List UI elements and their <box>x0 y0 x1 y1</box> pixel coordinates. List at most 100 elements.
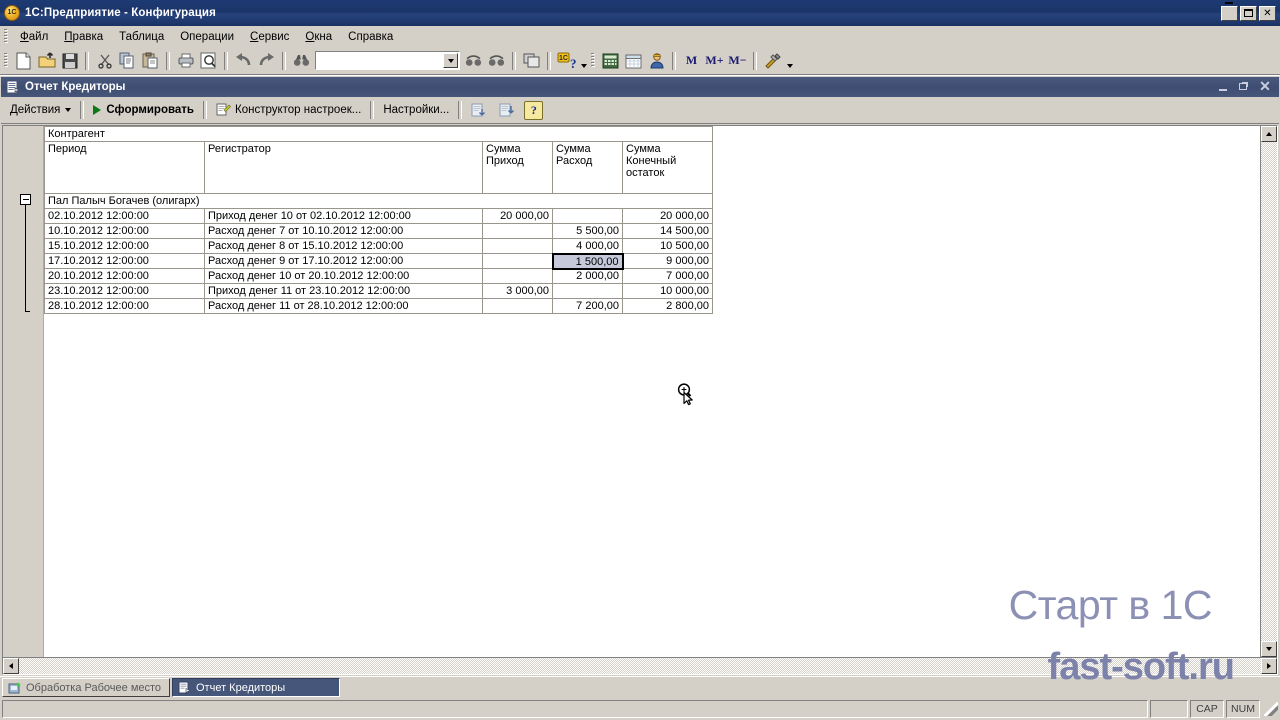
cell-balance[interactable]: 9 000,00 <box>622 253 713 269</box>
scroll-up-button[interactable] <box>1261 126 1277 142</box>
cell-registrar[interactable]: Расход денег 10 от 20.10.2012 12:00:00 <box>204 268 483 284</box>
redo-icon[interactable] <box>255 50 278 72</box>
menu-table[interactable]: Таблица <box>111 29 172 45</box>
calendar-icon[interactable] <box>622 50 645 72</box>
cell-period[interactable]: 17.10.2012 12:00:00 <box>44 253 205 269</box>
report-minimize-button[interactable] <box>1217 81 1229 93</box>
report-restore-button[interactable] <box>1238 81 1250 93</box>
cell-expense[interactable]: 4 000,00 <box>552 238 623 254</box>
user-admin-icon[interactable] <box>645 50 668 72</box>
cell-income[interactable] <box>482 238 553 254</box>
horizontal-scroll-track[interactable] <box>19 658 1261 674</box>
cell-registrar[interactable]: Приход денег 10 от 02.10.2012 12:00:00 <box>204 208 483 224</box>
settings-constructor-button[interactable]: Конструктор настроек... <box>210 100 367 121</box>
find-prev-icon[interactable] <box>485 50 508 72</box>
cell-period[interactable]: 15.10.2012 12:00:00 <box>44 238 205 254</box>
table-row[interactable]: 20.10.2012 12:00:00 Расход денег 10 от 20… <box>44 268 713 284</box>
search-input[interactable] <box>316 52 459 69</box>
open-folder-icon[interactable] <box>35 50 58 72</box>
tools-hammer-wrench-icon[interactable] <box>761 50 784 72</box>
menu-help[interactable]: Справка <box>340 29 401 45</box>
group-collapse-toggle[interactable] <box>20 194 31 205</box>
cell-balance[interactable]: 7 000,00 <box>622 268 713 284</box>
restore-settings-icon[interactable] <box>493 100 521 121</box>
find-next-icon[interactable] <box>462 50 485 72</box>
vertical-scroll-track[interactable] <box>1261 142 1277 641</box>
cut-scissors-icon[interactable] <box>93 50 116 72</box>
report-vertical-scrollbar[interactable] <box>1260 126 1277 657</box>
calculator-icon[interactable] <box>599 50 622 72</box>
cell-registrar[interactable]: Расход денег 7 от 10.10.2012 12:00:00 <box>204 223 483 239</box>
menu-windows[interactable]: Окна <box>297 29 340 45</box>
cell-registrar[interactable]: Приход денег 11 от 23.10.2012 12:00:00 <box>204 283 483 299</box>
cell-income[interactable]: 3 000,00 <box>482 283 553 299</box>
search-dropdown-arrow-icon[interactable] <box>443 53 458 68</box>
table-row[interactable]: 23.10.2012 12:00:00 Приход денег 11 от 23… <box>44 283 713 299</box>
search-input-combo[interactable] <box>315 51 460 70</box>
cell-income[interactable] <box>482 253 553 269</box>
memory-add-button[interactable]: M+ <box>703 50 726 72</box>
cell-expense[interactable]: 2 000,00 <box>552 268 623 284</box>
table-row[interactable]: 02.10.2012 12:00:00 Приход денег 10 от 02… <box>44 208 713 224</box>
menu-service[interactable]: Сервис <box>242 29 297 45</box>
minimize-button[interactable] <box>1221 1 1238 21</box>
toolbar-grip-handle[interactable] <box>4 53 9 68</box>
memory-recall-button[interactable]: M <box>680 50 703 72</box>
taskbar-item-report[interactable]: Отчет Кредиторы <box>172 678 340 697</box>
settings-button[interactable]: Настройки... <box>377 100 455 121</box>
copy-icon[interactable] <box>116 50 139 72</box>
menu-file[interactable]: Файл <box>12 29 56 45</box>
cell-balance[interactable]: 10 000,00 <box>622 283 713 299</box>
menu-grip-handle[interactable] <box>4 29 9 44</box>
report-help-button[interactable]: ? <box>524 100 544 120</box>
save-settings-icon[interactable] <box>465 100 493 121</box>
actions-menu-button[interactable]: Действия <box>4 100 77 121</box>
memory-subtract-button[interactable]: M− <box>726 50 749 72</box>
windows-cascade-icon[interactable] <box>520 50 543 72</box>
cell-balance[interactable]: 20 000,00 <box>622 208 713 224</box>
cell-balance[interactable]: 2 800,00 <box>622 298 713 314</box>
print-icon[interactable] <box>174 50 197 72</box>
report-close-button[interactable]: ✕ <box>1259 79 1271 93</box>
table-row[interactable]: 28.10.2012 12:00:00 Расход денег 11 от 28… <box>44 298 713 314</box>
report-sheet[interactable]: Контрагент Период Регистратор Сумма Прих… <box>44 126 1260 657</box>
scroll-down-button[interactable] <box>1261 641 1277 657</box>
cell-income[interactable] <box>482 223 553 239</box>
cell-period[interactable]: 28.10.2012 12:00:00 <box>44 298 205 314</box>
scroll-right-button[interactable] <box>1261 658 1277 674</box>
generate-report-button[interactable]: Сформировать <box>87 100 200 121</box>
cell-expense[interactable] <box>552 208 623 224</box>
table-row[interactable]: 15.10.2012 12:00:00 Расход денег 8 от 15.… <box>44 238 713 254</box>
toolbar-grip-handle-2[interactable] <box>591 53 596 68</box>
cell-registrar[interactable]: Расход денег 11 от 28.10.2012 12:00:00 <box>204 298 483 314</box>
undo-icon[interactable] <box>232 50 255 72</box>
menu-operations[interactable]: Операции <box>172 29 242 45</box>
cell-registrar[interactable]: Расход денег 9 от 17.10.2012 12:00:00 <box>204 253 483 269</box>
cell-income[interactable] <box>482 298 553 314</box>
save-disk-icon[interactable] <box>58 50 81 72</box>
paste-icon[interactable] <box>139 50 162 72</box>
close-button[interactable]: ✕ <box>1259 5 1276 21</box>
resize-grip[interactable] <box>1264 702 1278 716</box>
cell-period[interactable]: 20.10.2012 12:00:00 <box>44 268 205 284</box>
cell-balance[interactable]: 14 500,00 <box>622 223 713 239</box>
maximize-button[interactable] <box>1240 5 1257 21</box>
1c-help-icon[interactable]: 1С ? <box>555 50 578 72</box>
tools-dropdown-arrow-icon[interactable] <box>784 50 795 72</box>
cell-balance[interactable]: 10 500,00 <box>622 238 713 254</box>
find-binoculars-icon[interactable] <box>290 50 313 72</box>
cell-registrar[interactable]: Расход денег 8 от 15.10.2012 12:00:00 <box>204 238 483 254</box>
scroll-left-button[interactable] <box>3 658 19 674</box>
new-document-icon[interactable] <box>12 50 35 72</box>
table-row[interactable]: 10.10.2012 12:00:00 Расход денег 7 от 10.… <box>44 223 713 239</box>
cell-expense[interactable]: 5 500,00 <box>552 223 623 239</box>
cell-period[interactable]: 10.10.2012 12:00:00 <box>44 223 205 239</box>
selected-cell[interactable]: 1 500,00 <box>551 252 624 270</box>
help-dropdown-arrow-icon[interactable] <box>578 50 589 72</box>
cell-income[interactable]: 20 000,00 <box>482 208 553 224</box>
menu-edit[interactable]: Правка <box>56 29 111 45</box>
cell-expense[interactable]: 7 200,00 <box>552 298 623 314</box>
cell-period[interactable]: 02.10.2012 12:00:00 <box>44 208 205 224</box>
report-horizontal-scrollbar[interactable] <box>3 657 1277 674</box>
cell-income[interactable] <box>482 268 553 284</box>
